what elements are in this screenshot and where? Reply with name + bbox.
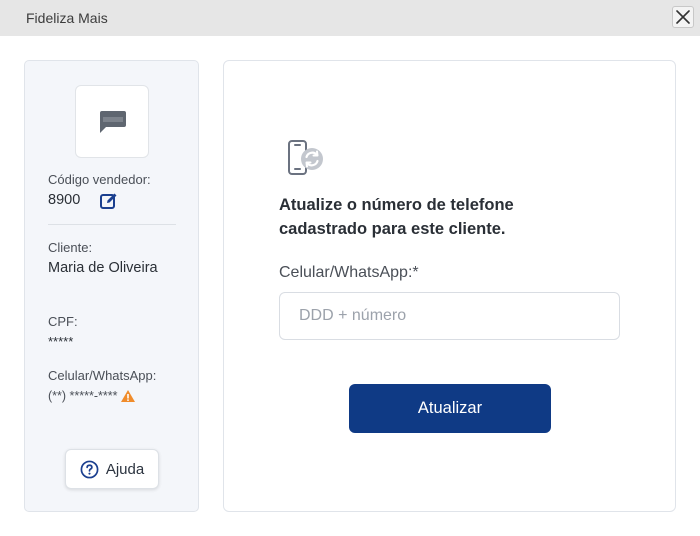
customer-name: Maria de Oliveira (48, 260, 158, 276)
help-button[interactable]: Ajuda (65, 449, 159, 489)
phone-field-label: Celular/WhatsApp:* (279, 264, 419, 281)
help-label: Ajuda (105, 460, 145, 478)
close-button[interactable] (672, 6, 694, 28)
title-bar: Fideliza Mais (0, 0, 700, 36)
update-phone-panel: Atualize o número de telefone cadastrado… (223, 60, 676, 512)
phone-input[interactable] (279, 292, 620, 340)
close-icon (676, 10, 690, 24)
update-button[interactable]: Atualizar (349, 384, 551, 433)
phone-label: Celular/WhatsApp: (48, 368, 157, 383)
phone-row: (**) *****-**** (48, 389, 136, 403)
chat-bubble-icon (100, 110, 126, 133)
window-title: Fideliza Mais (26, 10, 108, 26)
warning-icon (121, 390, 136, 402)
cpf-label: CPF: (48, 314, 78, 329)
customer-label: Cliente: (48, 240, 93, 255)
cpf-value: ***** (48, 334, 74, 349)
help-circle-icon (80, 460, 99, 478)
seller-code-value: 8900 (48, 192, 81, 208)
edit-icon[interactable] (99, 191, 119, 211)
seller-code-label: Código vendedor: (48, 172, 151, 187)
divider (48, 224, 176, 225)
phone-value: (**) *****-**** (48, 389, 118, 403)
customer-info-panel: Código vendedor: 8900 Cliente: Maria de … (24, 60, 199, 512)
avatar (75, 85, 149, 158)
phone-refresh-icon (288, 140, 323, 175)
form-heading: Atualize o número de telefone cadastrado… (279, 196, 514, 238)
